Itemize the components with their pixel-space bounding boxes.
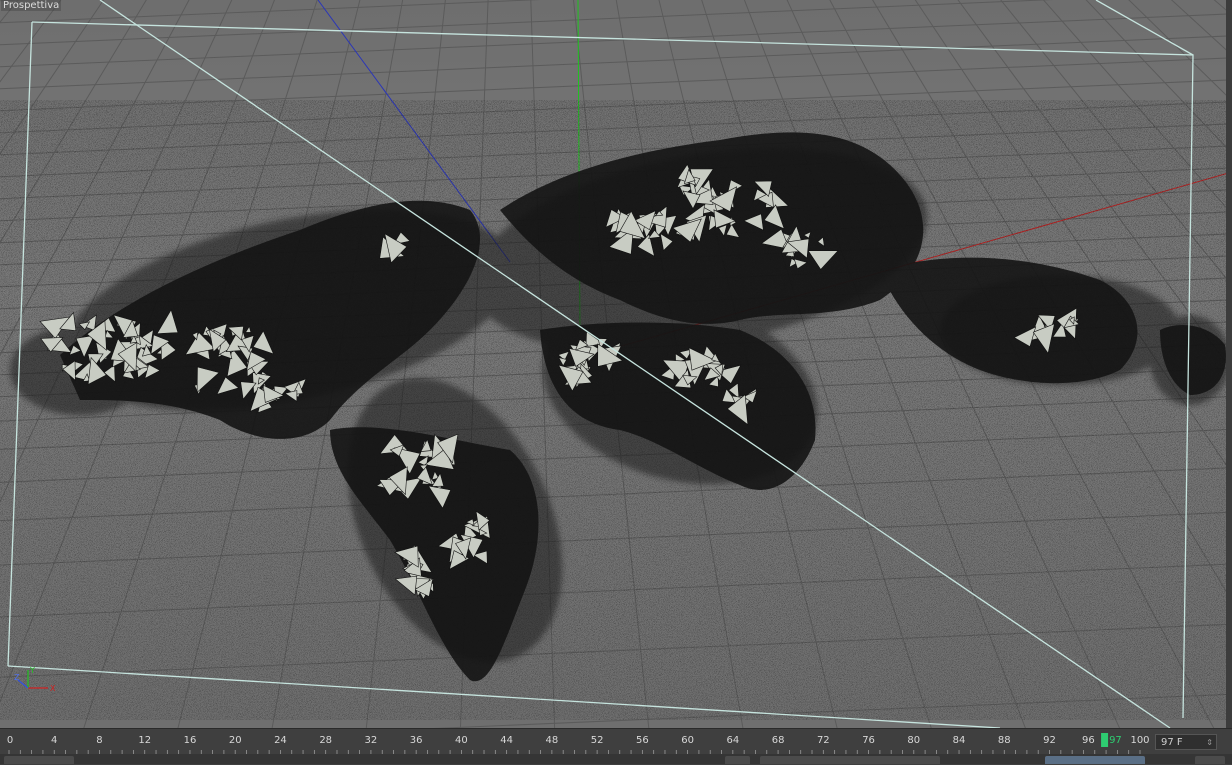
timeline-tick-label: 80	[907, 735, 920, 746]
grid-line	[0, 13, 1232, 68]
timeline-tick-label: 76	[862, 735, 875, 746]
timeline-tick-label: 52	[591, 735, 604, 746]
timeline-tick-label: 32	[365, 735, 378, 746]
viewport-label[interactable]: Prospettiva	[1, 0, 61, 11]
gizmo-z-label: Z	[14, 673, 20, 682]
particle-cloud	[0, 100, 1232, 720]
current-frame-field[interactable]: 97 F ⇕	[1155, 734, 1217, 750]
current-frame-value: 97 F	[1161, 737, 1183, 748]
timeline-tick-label: 36	[410, 735, 423, 746]
toolbar-stub[interactable]	[725, 756, 750, 764]
timeline-tick-label: 24	[274, 735, 287, 746]
timeline-tick-label: 64	[726, 735, 739, 746]
timeline-current-label: 97	[1109, 735, 1122, 746]
toolbar-stub[interactable]	[1045, 756, 1145, 764]
timeline-ruler[interactable]: 0481216202428323640444852566064687276808…	[0, 729, 1150, 755]
timeline-tick-label: 68	[772, 735, 785, 746]
timeline-tick-label: 88	[998, 735, 1011, 746]
gizmo-y-label: Y	[29, 666, 35, 675]
timeline-tick-label: 100	[1130, 735, 1149, 746]
timeline-tick-label: 60	[681, 735, 694, 746]
toolbar-stub[interactable]	[1195, 756, 1225, 764]
timeline-tick-label: 56	[636, 735, 649, 746]
timeline-playhead[interactable]	[1101, 733, 1108, 747]
timeline-tick-label: 20	[229, 735, 242, 746]
viewport-edge	[1226, 0, 1232, 728]
timeline-tick-label: 0	[7, 735, 13, 746]
3d-viewport[interactable]: Prospettiva X Y Z	[0, 0, 1232, 728]
timeline-tick-label: 84	[953, 735, 966, 746]
timeline-tick-label: 16	[184, 735, 197, 746]
timeline-tick-label: 40	[455, 735, 468, 746]
timeline-tick-label: 92	[1043, 735, 1056, 746]
axis-gizmo: X Y Z	[12, 666, 62, 696]
timeline-tick-label: 8	[96, 735, 102, 746]
timeline-tick-label: 48	[546, 735, 559, 746]
toolbar-stub[interactable]	[4, 756, 74, 764]
grid-line	[0, 35, 1232, 90]
timeline-tick-label: 44	[500, 735, 513, 746]
timeline-tick-label: 28	[319, 735, 332, 746]
timeline-tick-label: 4	[51, 735, 57, 746]
frame-stepper-icon[interactable]: ⇕	[1206, 735, 1213, 751]
toolbar-stub[interactable]	[760, 756, 940, 764]
gizmo-x-label: X	[50, 684, 56, 693]
timeline-tick-label: 12	[138, 735, 151, 746]
scene-canvas[interactable]	[0, 0, 1232, 728]
timeline-tick-label: 72	[817, 735, 830, 746]
timeline-tick-label: 96	[1082, 735, 1095, 746]
